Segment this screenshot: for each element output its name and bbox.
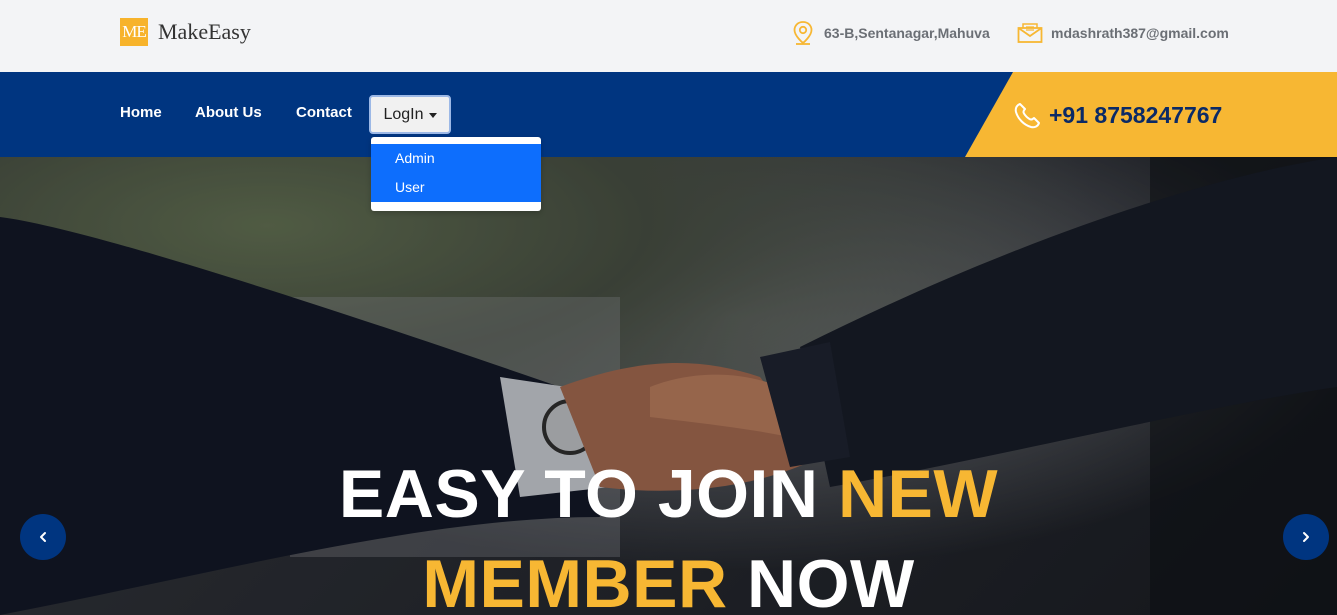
email-info: mdashrath387@gmail.com bbox=[1017, 20, 1229, 46]
nav-about-us[interactable]: About Us bbox=[195, 104, 262, 121]
hero-carousel: EASY TO JOIN NEW MEMBER NOW bbox=[0, 157, 1337, 615]
email-text: mdashrath387@gmail.com bbox=[1051, 25, 1229, 41]
login-dropdown-button[interactable]: LogIn bbox=[369, 95, 451, 134]
dropdown-item-user[interactable]: User bbox=[371, 173, 541, 202]
chevron-left-icon bbox=[40, 532, 46, 542]
headline-line2-accent: MEMBER bbox=[422, 546, 728, 615]
nav-home[interactable]: Home bbox=[120, 104, 162, 121]
headline-line2-white: NOW bbox=[746, 546, 915, 615]
headline-line1-white: EASY TO JOIN bbox=[338, 456, 819, 532]
carousel-prev-button[interactable] bbox=[20, 514, 66, 560]
top-bar: ME MakeEasy 63-B,Sentanagar,Mahuva mdash… bbox=[0, 0, 1337, 72]
brand-name: MakeEasy bbox=[158, 19, 251, 44]
nav-contact[interactable]: Contact bbox=[296, 104, 352, 121]
chevron-right-icon bbox=[1303, 532, 1309, 542]
headline-line-2: MEMBER NOW bbox=[0, 539, 1337, 615]
address-info: 63-B,Sentanagar,Mahuva bbox=[790, 20, 990, 46]
dropdown-item-admin[interactable]: Admin bbox=[371, 144, 541, 173]
main-navbar: Home About Us Contact LogIn +91 87582477… bbox=[0, 72, 1337, 157]
phone-icon bbox=[1012, 101, 1042, 131]
headline-line-1: EASY TO JOIN NEW bbox=[0, 449, 1337, 539]
brand-logo[interactable]: ME MakeEasy bbox=[120, 18, 251, 46]
hero-headline: EASY TO JOIN NEW MEMBER NOW bbox=[0, 449, 1337, 615]
phone-number[interactable]: +91 8758247767 bbox=[1049, 102, 1222, 129]
headline-line1-accent: NEW bbox=[837, 456, 999, 532]
carousel-next-button[interactable] bbox=[1283, 514, 1329, 560]
login-dropdown-menu: Admin User bbox=[371, 137, 541, 211]
caret-down-icon bbox=[428, 112, 437, 118]
address-text: 63-B,Sentanagar,Mahuva bbox=[824, 25, 990, 41]
envelope-icon bbox=[1017, 20, 1043, 46]
login-label: LogIn bbox=[383, 105, 424, 123]
map-pin-icon bbox=[790, 20, 816, 46]
logo-mark: ME bbox=[120, 18, 148, 46]
